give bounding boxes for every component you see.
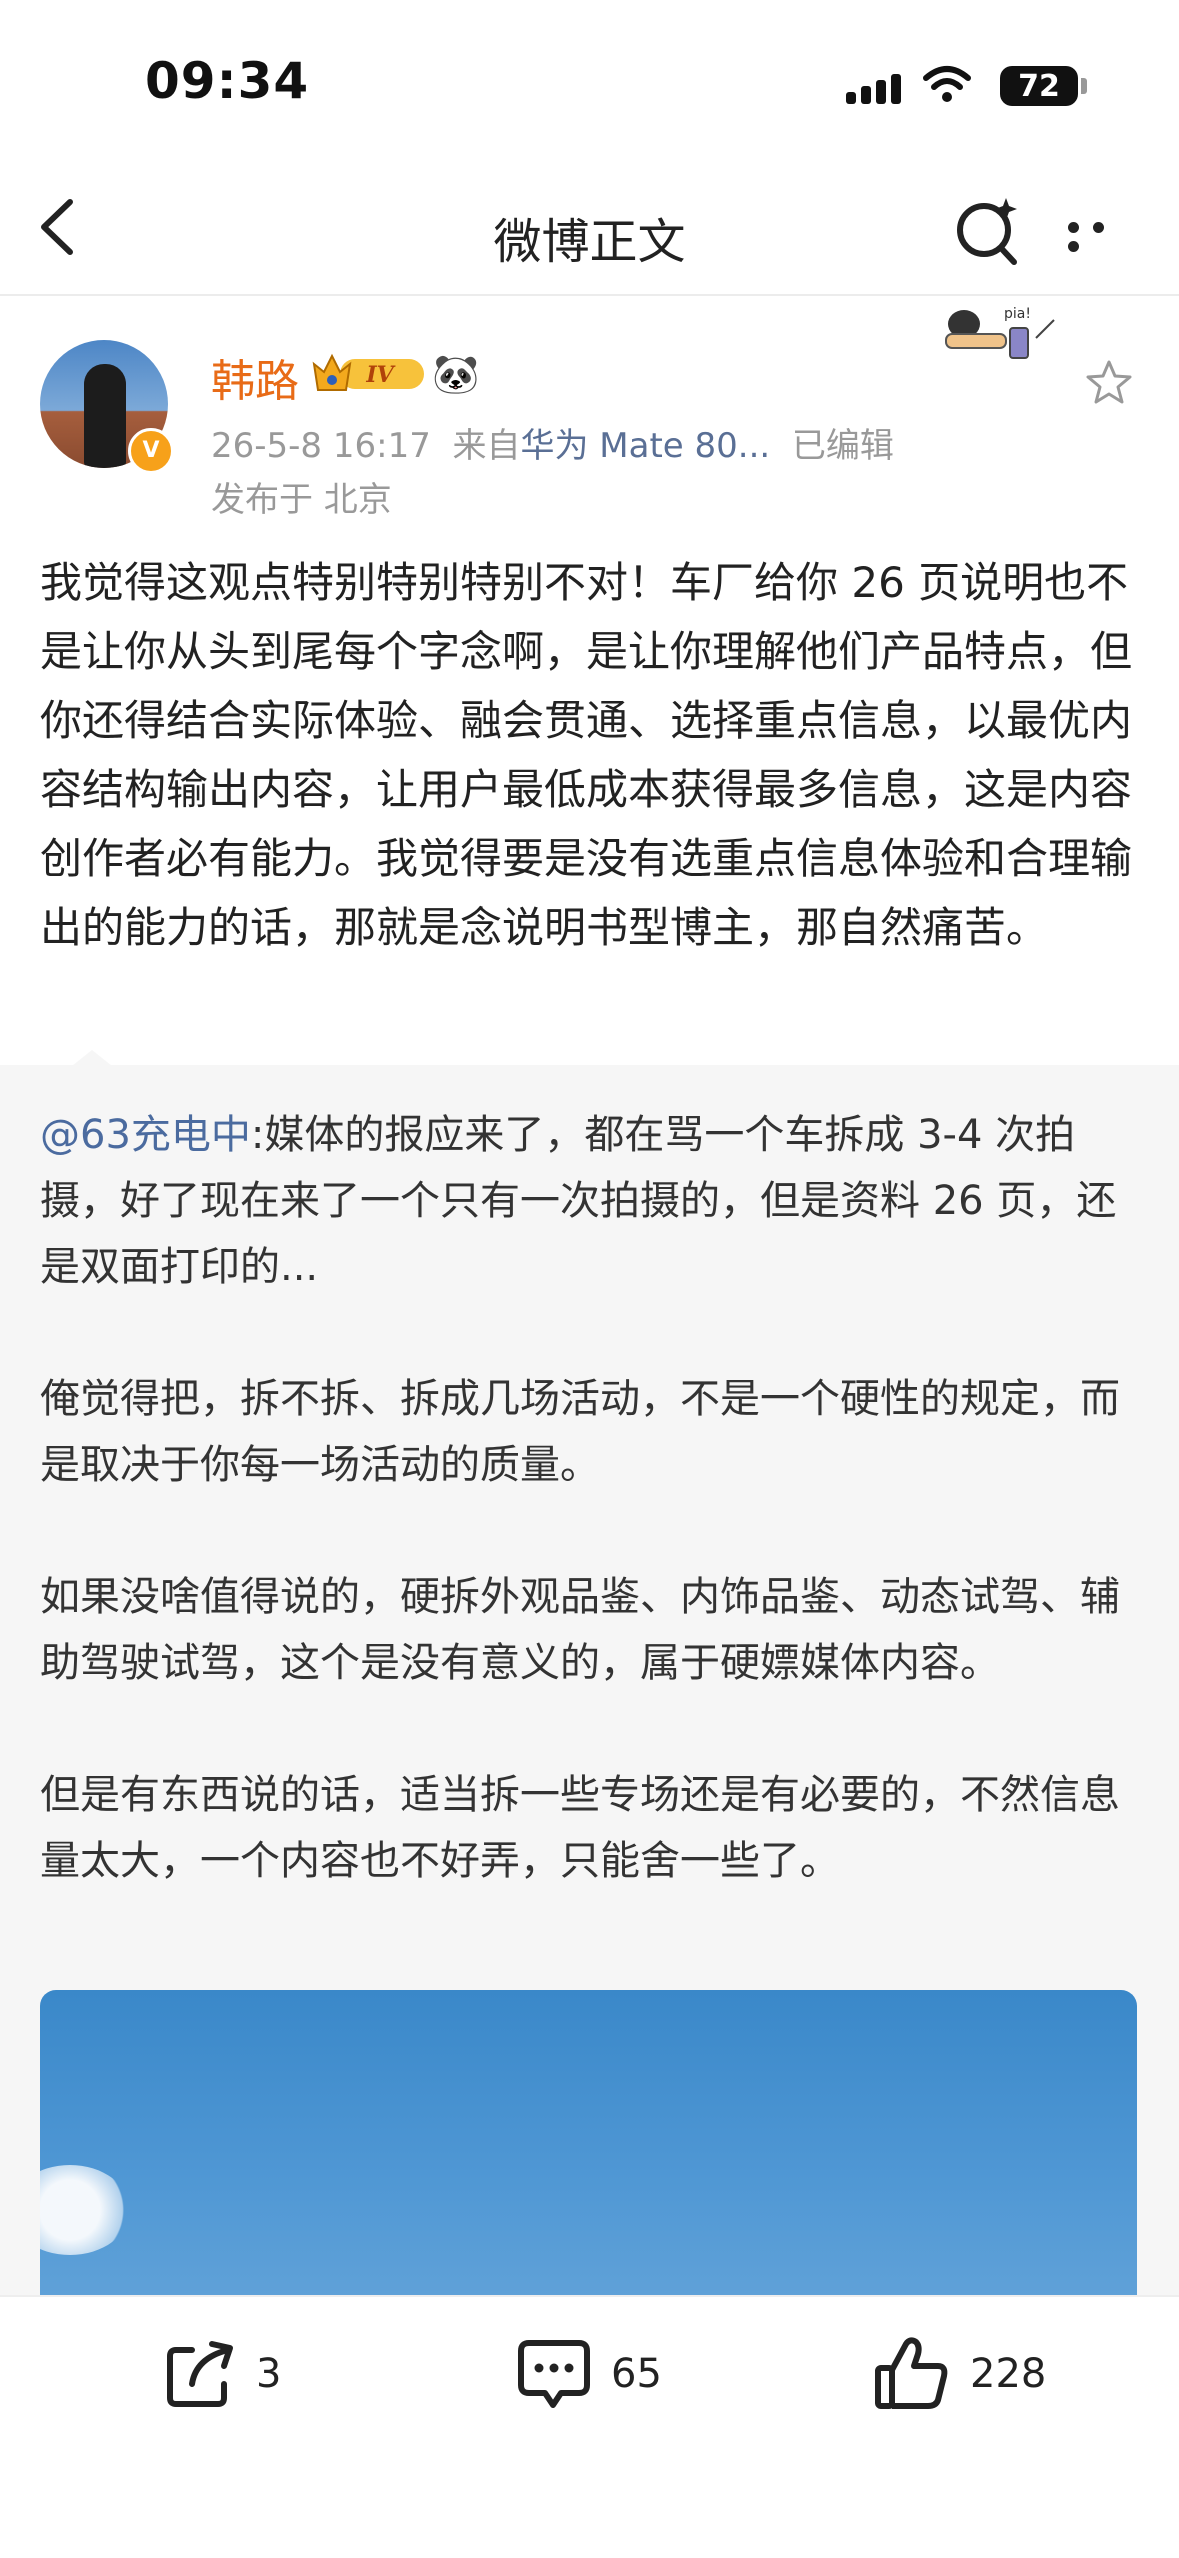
pia-sticker-icon: pia! bbox=[945, 306, 1055, 359]
cellular-signal-icon bbox=[846, 74, 906, 104]
navigation-bar: 微博正文 bbox=[0, 160, 1179, 296]
battery-level: 72 bbox=[1018, 69, 1060, 104]
action-bar: 3 65 228 bbox=[0, 2295, 1179, 2558]
thumbs-up-icon bbox=[875, 2337, 948, 2409]
repost-paragraph-2: 俺觉得把，拆不拆、拆成几场活动，不是一个硬性的规定，而是取决于你每一场活动的质量… bbox=[40, 1376, 1120, 1488]
share-button[interactable]: 3 bbox=[162, 2329, 281, 2419]
verified-badge-icon: V bbox=[128, 428, 174, 474]
share-icon bbox=[167, 2341, 233, 2407]
wifi-icon bbox=[923, 66, 971, 102]
comment-button[interactable]: 65 bbox=[515, 2329, 662, 2419]
svg-text:pia!: pia! bbox=[1004, 306, 1031, 322]
comment-count: 65 bbox=[611, 2351, 662, 2397]
repost-mention[interactable]: @63充电中 bbox=[40, 1112, 251, 1158]
edited-label: 已编辑 bbox=[791, 426, 894, 466]
source-device[interactable]: 华为 Mate 80... bbox=[520, 426, 770, 466]
repost-paragraph-3: 如果没啥值得说的，硬拆外观品鉴、内饰品鉴、动态试驾、辅助驾驶试驾，这个是没有意义… bbox=[40, 1574, 1120, 1686]
comment-icon bbox=[518, 2340, 590, 2408]
repost-paragraph: @63充电中:媒体的报应来了，都在骂一个车拆成 3-4 次拍摄，好了现在来了一个… bbox=[40, 1102, 1150, 1300]
battery-indicator: 72 bbox=[1000, 66, 1087, 106]
repost-notch bbox=[72, 1050, 112, 1066]
level-badge-text: IV bbox=[365, 362, 395, 388]
like-count: 228 bbox=[970, 2351, 1047, 2397]
author-name[interactable]: 韩路 bbox=[211, 345, 299, 409]
status-time: 09:34 bbox=[145, 52, 310, 110]
post-date: 26-5-8 16:17 bbox=[211, 426, 431, 466]
repost-paragraph-4: 但是有东西说的话，适当拆一些专场还是有必要的，不然信息量太大，一个内容也不好弄，… bbox=[40, 1772, 1120, 1884]
post-meta: 26-5-8 16:17 来自华为 Mate 80... 已编辑 bbox=[211, 418, 894, 467]
search-sparkle-icon[interactable] bbox=[950, 192, 1026, 268]
panda-icon: 🐼 bbox=[432, 352, 480, 396]
post-location: 发布于 北京 bbox=[211, 480, 392, 520]
crown-level-badge-icon: IV bbox=[312, 353, 424, 391]
share-count: 3 bbox=[256, 2351, 282, 2397]
source-prefix: 来自 bbox=[452, 426, 521, 466]
favorite-star-icon[interactable] bbox=[1084, 358, 1134, 408]
more-dots-icon[interactable] bbox=[1068, 218, 1136, 252]
post-text: 我觉得这观点特别特别特别不对！车厂给你 26 页说明也不是让你从头到尾每个字念啊… bbox=[40, 558, 1133, 952]
like-button[interactable]: 228 bbox=[872, 2329, 1046, 2419]
repost-text: @63充电中:媒体的报应来了，都在骂一个车拆成 3-4 次拍摄，好了现在来了一个… bbox=[40, 1102, 1150, 1894]
repost-image[interactable] bbox=[40, 1990, 1137, 2295]
